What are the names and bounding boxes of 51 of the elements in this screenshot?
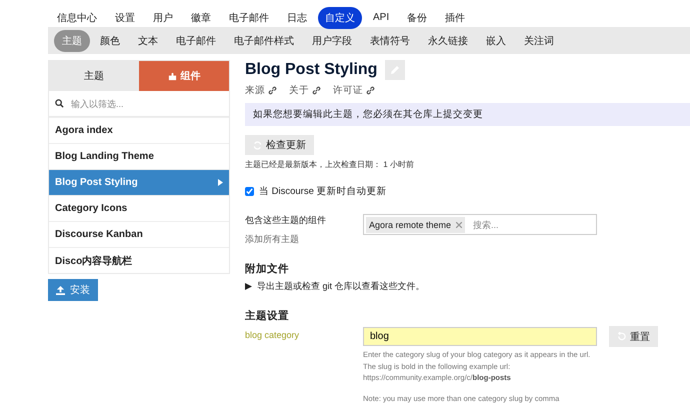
setting-input[interactable]: blog: [363, 327, 597, 346]
close-icon: [456, 222, 462, 228]
sub-nav-tab[interactable]: 电子邮件: [168, 30, 224, 52]
files-hint-text: 导出主题或检查 git 仓库以查看这些文件。: [257, 280, 425, 293]
theme-title: Blog Post Styling: [245, 61, 378, 79]
nav-tab[interactable]: 信息中心: [50, 6, 104, 28]
parent-themes-label: 包含这些主题的组件: [245, 214, 327, 227]
list-tab[interactable]: 组件: [139, 61, 229, 91]
reset-button[interactable]: 重置: [609, 326, 658, 347]
link[interactable]: 关于: [289, 84, 321, 97]
nav-tab[interactable]: API: [366, 8, 396, 27]
expand-triangle-icon[interactable]: [245, 283, 252, 290]
install-button[interactable]: 安装: [48, 279, 98, 301]
link-icon: [312, 86, 321, 95]
sub-nav-tab[interactable]: 关注词: [516, 30, 562, 52]
theme-selector-field[interactable]: Agora remote theme 搜索...: [363, 214, 597, 235]
section-heading: 附加文件: [245, 262, 290, 276]
theme-chip[interactable]: Agora remote theme: [366, 216, 466, 232]
checkbox-label: 当 Discourse 更新时自动更新: [259, 185, 387, 198]
link[interactable]: 来源: [245, 84, 277, 97]
nav-tab[interactable]: 日志: [280, 6, 314, 28]
nav-tab[interactable]: 电子邮件: [222, 6, 276, 28]
section-heading: 主题设置: [245, 309, 290, 323]
check-updates-button[interactable]: 检查更新: [245, 135, 314, 155]
nav-tab[interactable]: 插件: [438, 6, 472, 28]
setting-name: blog category: [245, 329, 300, 342]
link-icon: [366, 86, 375, 95]
puzzle-icon: [168, 72, 176, 80]
sub-nav-tab[interactable]: 表情符号: [362, 30, 418, 52]
nav-tab[interactable]: 自定义: [318, 6, 362, 28]
sub-nav-tab[interactable]: 嵌入: [478, 30, 514, 52]
upload-icon: [56, 286, 65, 294]
theme-list-item[interactable]: Blog Post Styling: [49, 169, 229, 195]
notice-banner: 如果您想要编辑此主题，您必须在其仓库上提交变更: [245, 103, 690, 126]
sub-nav-tab[interactable]: 电子邮件样式: [226, 30, 302, 52]
nav-tab[interactable]: 用户: [146, 6, 180, 28]
sub-nav-tab[interactable]: 颜色: [92, 30, 128, 52]
sub-nav-tab[interactable]: 永久链接: [420, 30, 476, 52]
nav-tab[interactable]: 设置: [108, 6, 142, 28]
add-all-themes-link[interactable]: 添加所有主题: [245, 233, 363, 246]
link-icon: [268, 86, 277, 95]
sub-nav-tab[interactable]: 文本: [130, 30, 166, 52]
search-icon: [55, 99, 64, 108]
caret-icon: [218, 179, 223, 186]
list-tab[interactable]: 主题: [49, 61, 139, 91]
auto-update-checkbox[interactable]: [245, 187, 254, 196]
nav-tab[interactable]: 备份: [400, 6, 434, 28]
nav-tab[interactable]: 徽章: [184, 6, 218, 28]
sub-nav-tab[interactable]: 用户字段: [304, 30, 360, 52]
update-status-text: 主题已经是最新版本，上次检查日期： 1 小时前: [245, 159, 415, 170]
link[interactable]: 许可证: [333, 84, 375, 97]
